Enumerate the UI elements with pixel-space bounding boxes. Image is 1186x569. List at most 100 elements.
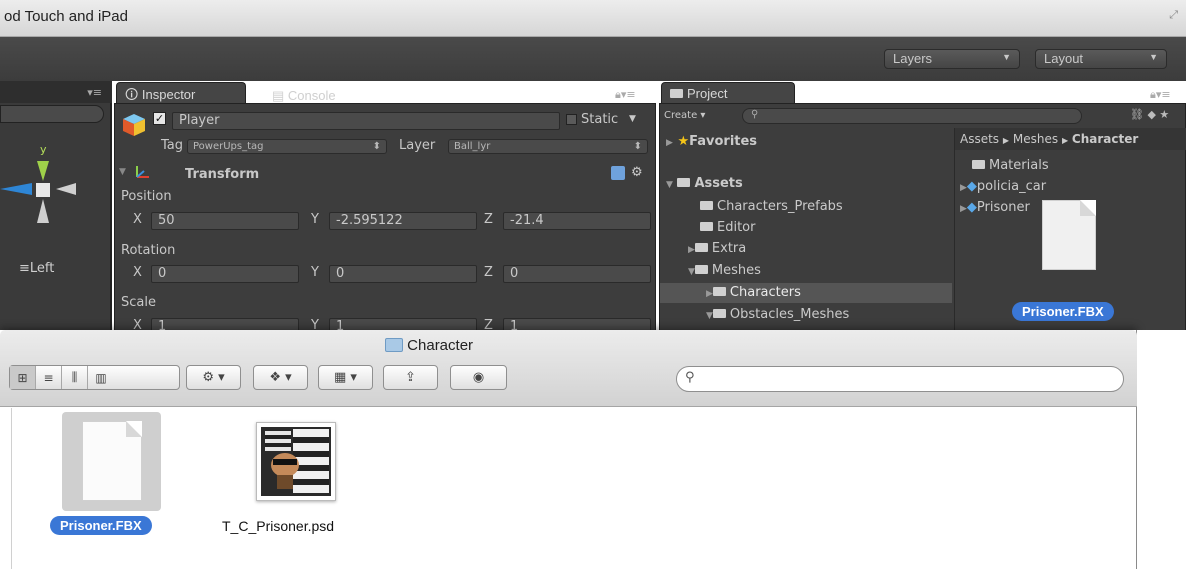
project-panel: Create ▾ ⚲ ⛓ ◆ ★ ▶ ★Favorites ▼ Assets C…: [659, 103, 1186, 338]
tree-item-label: Meshes: [711, 263, 761, 278]
coverflow-view-icon[interactable]: ▥: [88, 366, 114, 389]
dropbox-menu-button[interactable]: ❖ ▾: [253, 365, 308, 390]
file-name-selected[interactable]: Prisoner.FBX: [50, 516, 152, 535]
tree-item-label: Obstacles_Meshes: [729, 307, 850, 322]
image-thumbnail-icon[interactable]: [256, 422, 336, 501]
list-view-icon[interactable]: ≡: [36, 366, 62, 389]
layout-dropdown[interactable]: Layout ▼: [1035, 49, 1167, 69]
caret-right-icon: ▶: [706, 289, 713, 299]
breadcrumb: Assets ▶ Meshes ▶ Character: [960, 132, 1138, 146]
view-menu-icon: ≡: [19, 261, 30, 276]
document-icon[interactable]: [82, 421, 142, 501]
dropbox-icon: ❖ ▾: [269, 370, 292, 385]
window-title: od Touch and iPad: [4, 8, 128, 25]
arrange-menu-button[interactable]: ▦ ▾: [318, 365, 373, 390]
lock-icon[interactable]: 🔒︎▾≡: [1150, 88, 1171, 102]
gear-icon[interactable]: ⚙︎: [631, 165, 643, 180]
transform-axis-icon: [136, 166, 149, 178]
model-cube-icon: ◆: [966, 200, 977, 215]
tree-item[interactable]: Characters_Prefabs: [700, 199, 843, 214]
finder-title: Character: [385, 337, 473, 354]
chevron-down-icon[interactable]: ▼: [629, 114, 636, 124]
tag-dropdown[interactable]: PowerUps_tag ⬍: [187, 139, 387, 154]
layer-value: Ball_lyr: [454, 141, 491, 152]
caret-right-icon: ▶: [1061, 136, 1069, 145]
foldout-arrow-icon[interactable]: ▼: [119, 167, 126, 177]
column-view-icon[interactable]: ⫼: [62, 366, 88, 389]
folder-icon: [700, 222, 713, 231]
pos-z-label: Z: [484, 212, 493, 227]
chevron-down-icon: ▼: [1149, 52, 1158, 62]
breadcrumb-item[interactable]: Assets: [960, 132, 999, 146]
caret-right-icon: ▶: [1002, 136, 1010, 145]
static-label: Static: [581, 112, 619, 127]
info-icon: 🛈: [125, 87, 139, 102]
object-name: Player: [179, 113, 220, 128]
icon-view-icon[interactable]: ⊞: [10, 366, 36, 389]
folder-icon: [712, 287, 726, 296]
rotation-x-field[interactable]: 0: [151, 265, 299, 283]
tree-item-selected[interactable]: ▶ Characters: [706, 285, 801, 300]
tree-item-label: Characters: [729, 285, 801, 300]
scene-gizmo-icon[interactable]: y: [0, 141, 112, 241]
position-x-field[interactable]: 50: [151, 212, 299, 230]
asset-item[interactable]: Materials: [972, 158, 1049, 173]
breadcrumb-item-current[interactable]: Character: [1072, 132, 1138, 146]
view-mode-segmented[interactable]: ⊞ ≡ ⫼ ▥: [9, 365, 180, 390]
share-button[interactable]: ⇪: [383, 365, 438, 390]
search-icon: ⚲: [751, 109, 759, 120]
tree-item[interactable]: ▼ Meshes: [688, 263, 761, 278]
quicklook-button[interactable]: ◉: [450, 365, 507, 390]
asset-item-label: Materials: [989, 158, 1049, 173]
static-checkbox[interactable]: [566, 114, 577, 125]
position-z-field[interactable]: -21.4: [503, 212, 651, 230]
breadcrumb-item[interactable]: Meshes: [1013, 132, 1058, 146]
tree-item[interactable]: Editor: [700, 220, 755, 235]
caret-right-icon: ▶: [688, 245, 695, 255]
lock-icon[interactable]: 🔒︎▾≡: [615, 88, 636, 102]
caret-right-icon: ▶: [666, 138, 673, 148]
rotation-label: Rotation: [121, 243, 176, 258]
tag-label: Tag: [161, 138, 184, 153]
layers-dropdown[interactable]: Layers ▼: [884, 49, 1020, 69]
filter-icons[interactable]: ⛓ ◆ ★: [1130, 108, 1169, 121]
scene-panel: ▾≡ y ≡Left: [0, 81, 112, 337]
model-cube-icon: ◆: [966, 179, 977, 194]
help-book-icon[interactable]: [611, 166, 625, 180]
tree-assets[interactable]: ▼ Assets: [666, 176, 743, 191]
active-checkbox[interactable]: ✓: [153, 112, 166, 125]
finder-search-input[interactable]: ⚲: [676, 366, 1124, 392]
action-menu-button[interactable]: ⚙︎ ▾: [186, 365, 241, 390]
scene-search-bar[interactable]: [0, 105, 104, 123]
background-strip: [1137, 330, 1186, 569]
panel-menu-icon[interactable]: ▾≡: [87, 86, 102, 99]
tree-favorites[interactable]: ▶ ★Favorites: [666, 134, 757, 149]
rotation-z-field[interactable]: 0: [503, 265, 651, 283]
project-search-input[interactable]: ⚲: [742, 108, 1082, 124]
create-menu[interactable]: Create ▾: [664, 110, 705, 121]
tree-item[interactable]: ▶ Extra: [688, 241, 746, 256]
chevron-down-icon: ▼: [1002, 52, 1011, 62]
file-name[interactable]: T_C_Prisoner.psd: [222, 518, 334, 534]
asset-item[interactable]: ▶◆policia_car: [960, 179, 1046, 194]
tree-item-label: Editor: [717, 220, 756, 235]
rotation-y-field[interactable]: 0: [329, 265, 477, 283]
fullscreen-icon[interactable]: ⤢: [1169, 8, 1178, 22]
create-label: Create: [664, 110, 698, 121]
tab-project[interactable]: Project: [661, 82, 795, 104]
tree-selection-highlight: [660, 283, 952, 303]
caret-down-icon: ▼: [688, 267, 695, 277]
position-y-field[interactable]: -2.595122: [329, 212, 477, 230]
asset-item-label: Prisoner: [976, 200, 1030, 215]
search-icon: ⚲: [685, 370, 695, 385]
tab-inspector[interactable]: 🛈 Inspector: [116, 82, 246, 104]
updown-icon: ⬍: [372, 141, 381, 152]
position-x: 50: [158, 213, 175, 228]
tag-value: PowerUps_tag: [193, 141, 264, 152]
view-label-group[interactable]: ≡Left: [19, 261, 54, 276]
tree-item[interactable]: ▼ Obstacles_Meshes: [706, 307, 849, 322]
layer-dropdown[interactable]: Ball_lyr ⬍: [448, 139, 648, 154]
object-name-field[interactable]: Player: [172, 112, 560, 130]
updown-icon: ⬍: [633, 141, 642, 152]
asset-item[interactable]: ▶◆Prisoner: [960, 200, 1030, 215]
